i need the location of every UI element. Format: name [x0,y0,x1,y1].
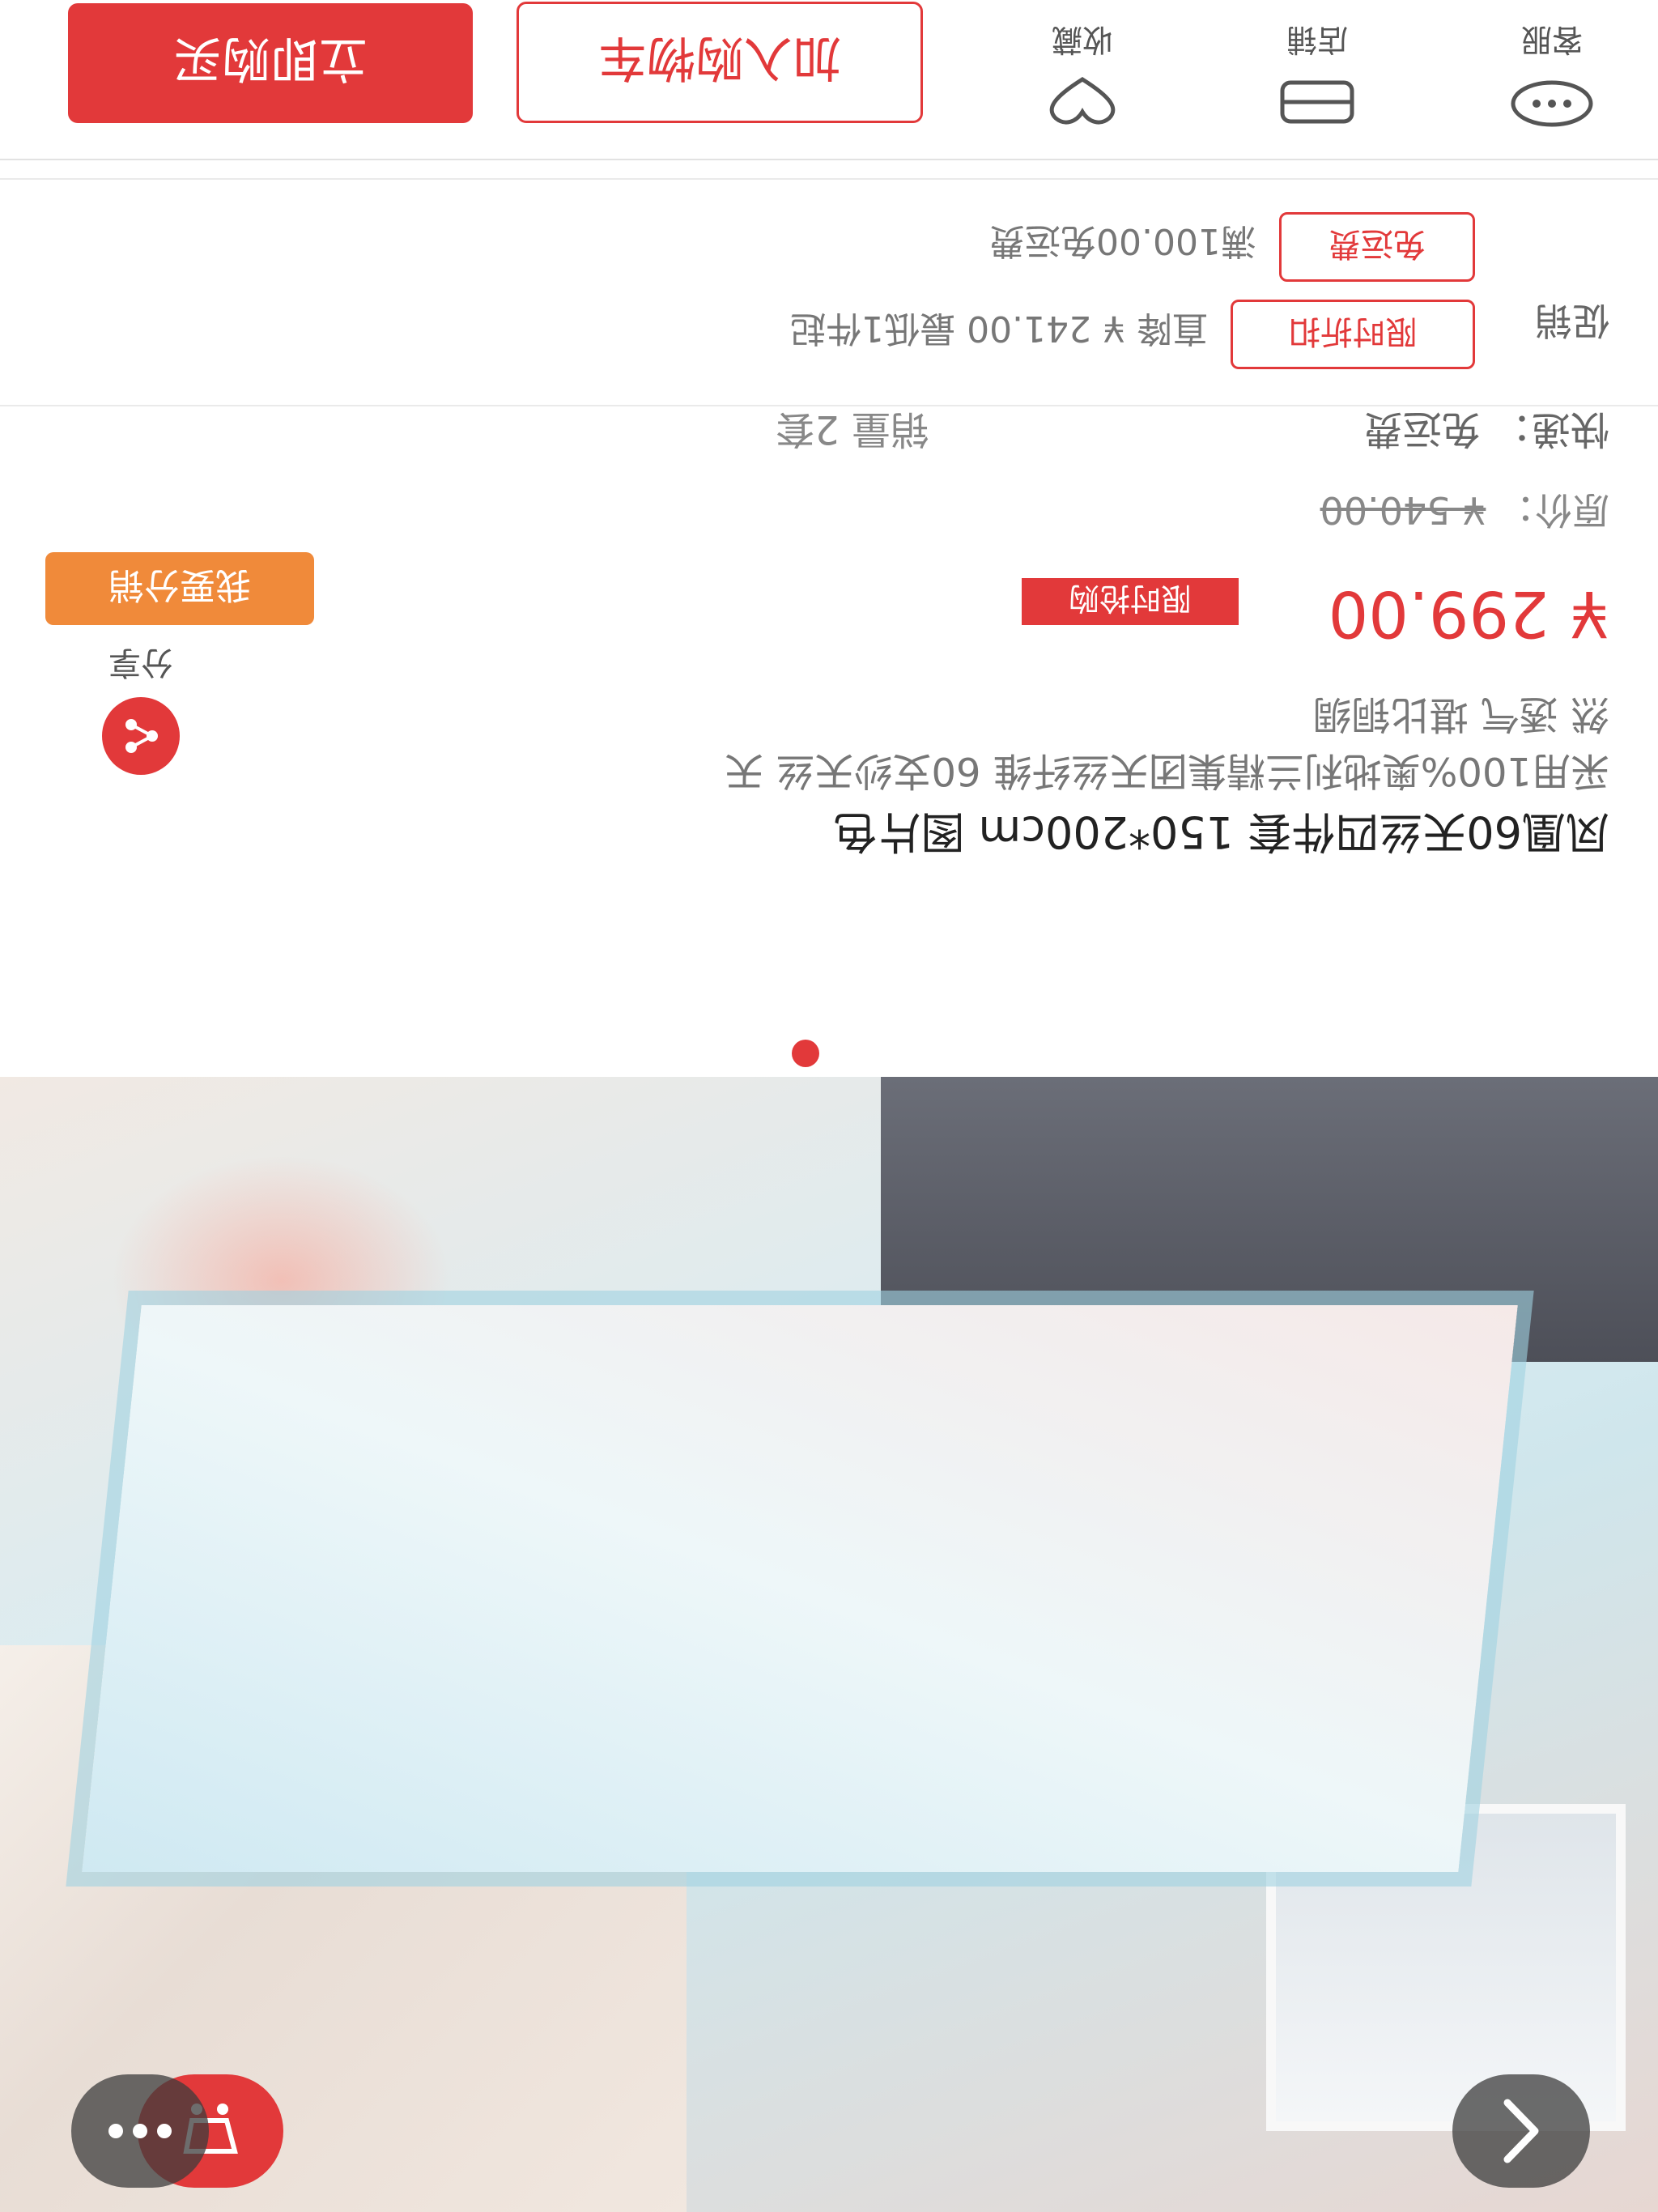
favorite-button[interactable]: 收藏 [1022,20,1143,130]
distribute-button[interactable]: 我要分销 [45,552,314,625]
store-label: 店铺 [1286,22,1349,57]
original-price: 原价： ¥ 540.00 [1320,486,1609,539]
promotion-label: 促销 [1535,299,1609,342]
product-description-line1: 采用100%奥地利兰精集团天丝纤维 60支纱天丝 天 [725,748,1609,793]
original-price-label: 原价： [1498,488,1609,532]
share-icon [102,697,180,775]
back-button[interactable] [1452,2074,1590,2188]
add-to-cart-button[interactable]: 加入购物车 [517,2,923,123]
chat-icon [1511,80,1593,127]
product-description-line2: 然 透气 堪比铜绸 [1312,691,1609,737]
product-page: 凤凰60天丝四件套 150*200cm 图片色 采用100%奥地利兰精集团天丝纤… [0,0,1658,2212]
flash-sale-badge: 限时抢购 [1022,578,1239,625]
more-icon [108,2124,172,2138]
product-price: ¥ 299.00 [1328,576,1609,649]
limited-discount-text: 直降 ¥ 241.00 最低1件起 [790,308,1208,349]
carousel-indicator [0,1032,1658,1077]
product-image-carousel[interactable] [0,1077,1658,2212]
store-button[interactable]: 店铺 [1256,20,1378,130]
limited-discount-tag[interactable]: 限时折扣 [1231,300,1475,369]
share-button[interactable]: 分享 [84,642,198,775]
section-divider [0,405,1658,406]
section-divider [0,178,1658,180]
customer-service-label: 客服 [1521,22,1584,57]
image-bedding [82,1305,1518,1872]
original-price-value: ¥ 540.00 [1320,488,1486,532]
carousel-dot-active[interactable] [792,1040,819,1067]
free-shipping-text: 满100.00免运费 [989,220,1256,262]
sales-count: 销量 2套 [776,406,929,452]
buy-now-button[interactable]: 立即购买 [68,3,473,123]
product-title: 凤凰60天丝四件套 150*200cm 图片色 [833,806,1609,857]
shipping-info: 快递： 免运费 [1363,406,1609,452]
store-icon [1280,80,1354,124]
more-button[interactable] [71,2074,209,2188]
free-shipping-tag[interactable]: 免运费 [1279,212,1475,282]
share-label: 分享 [108,644,173,681]
favorite-label: 收藏 [1052,22,1114,57]
heart-icon [1049,77,1116,125]
customer-service-button[interactable]: 客服 [1491,20,1613,130]
chevron-left-icon [1503,2099,1539,2163]
